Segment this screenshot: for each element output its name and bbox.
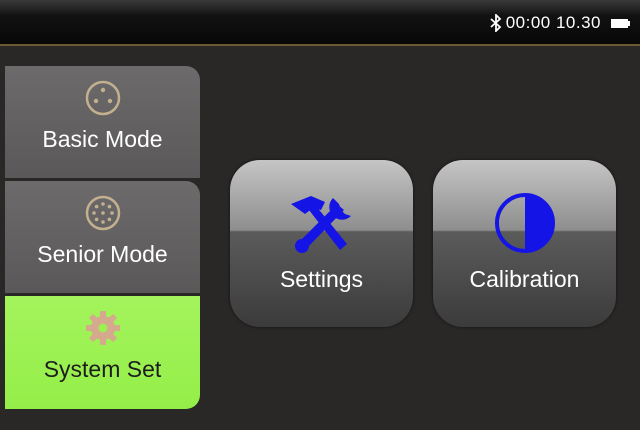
sidebar-item-label: Senior Mode	[37, 241, 168, 267]
dial-ring-dots-icon	[85, 195, 120, 231]
sidebar-item-system-set[interactable]: System Set	[5, 296, 200, 409]
gear-icon	[85, 311, 120, 345]
sidebar-item-label: Basic Mode	[42, 126, 163, 152]
calibration-label: Calibration	[469, 266, 580, 292]
sidebar-item-label: System Set	[43, 356, 162, 382]
status-time: 00:00 10.30	[505, 13, 601, 32]
sidebar-item-senior-mode[interactable]: Senior Mode	[5, 181, 200, 293]
status-bar: 00:00 10.30	[0, 0, 640, 46]
sidebar: Basic Mode Senior Mode System Set	[5, 66, 200, 412]
dial-3-dot-icon	[85, 80, 120, 116]
sidebar-item-basic-mode[interactable]: Basic Mode	[5, 66, 200, 178]
settings-label: Settings	[279, 266, 364, 292]
tools-icon	[290, 196, 351, 253]
settings-tile[interactable]: Settings	[230, 160, 413, 327]
battery-icon	[611, 18, 630, 28]
half-circle-icon	[494, 193, 555, 253]
calibration-tile[interactable]: Calibration	[433, 160, 616, 327]
status-indicators: 00:00 10.30	[490, 12, 630, 34]
bluetooth-icon	[490, 14, 501, 32]
